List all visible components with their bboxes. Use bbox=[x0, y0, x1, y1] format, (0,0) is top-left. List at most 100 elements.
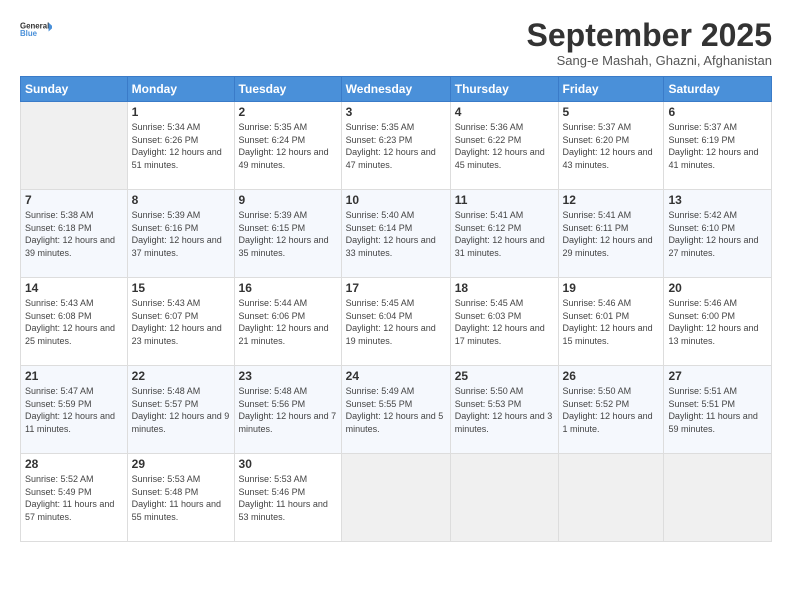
table-cell bbox=[558, 454, 664, 542]
table-cell: 12 Sunrise: 5:41 AMSunset: 6:11 PMDaylig… bbox=[558, 190, 664, 278]
day-info: Sunrise: 5:45 AMSunset: 6:03 PMDaylight:… bbox=[455, 297, 554, 347]
day-info: Sunrise: 5:49 AMSunset: 5:55 PMDaylight:… bbox=[346, 385, 446, 435]
calendar-week-1: 1 Sunrise: 5:34 AMSunset: 6:26 PMDayligh… bbox=[21, 102, 772, 190]
table-cell: 24 Sunrise: 5:49 AMSunset: 5:55 PMDaylig… bbox=[341, 366, 450, 454]
table-cell: 23 Sunrise: 5:48 AMSunset: 5:56 PMDaylig… bbox=[234, 366, 341, 454]
day-number: 14 bbox=[25, 281, 123, 295]
table-cell: 19 Sunrise: 5:46 AMSunset: 6:01 PMDaylig… bbox=[558, 278, 664, 366]
day-info: Sunrise: 5:39 AMSunset: 6:16 PMDaylight:… bbox=[132, 209, 230, 259]
table-cell: 15 Sunrise: 5:43 AMSunset: 6:07 PMDaylig… bbox=[127, 278, 234, 366]
location-subtitle: Sang-e Mashah, Ghazni, Afghanistan bbox=[527, 53, 772, 68]
calendar-week-3: 14 Sunrise: 5:43 AMSunset: 6:08 PMDaylig… bbox=[21, 278, 772, 366]
day-info: Sunrise: 5:43 AMSunset: 6:07 PMDaylight:… bbox=[132, 297, 230, 347]
day-number: 20 bbox=[668, 281, 767, 295]
table-cell: 9 Sunrise: 5:39 AMSunset: 6:15 PMDayligh… bbox=[234, 190, 341, 278]
table-cell: 29 Sunrise: 5:53 AMSunset: 5:48 PMDaylig… bbox=[127, 454, 234, 542]
col-tuesday: Tuesday bbox=[234, 77, 341, 102]
table-cell bbox=[450, 454, 558, 542]
day-number: 30 bbox=[239, 457, 337, 471]
table-cell: 14 Sunrise: 5:43 AMSunset: 6:08 PMDaylig… bbox=[21, 278, 128, 366]
day-number: 25 bbox=[455, 369, 554, 383]
col-sunday: Sunday bbox=[21, 77, 128, 102]
day-info: Sunrise: 5:36 AMSunset: 6:22 PMDaylight:… bbox=[455, 121, 554, 171]
title-area: September 2025 Sang-e Mashah, Ghazni, Af… bbox=[527, 18, 772, 68]
day-number: 16 bbox=[239, 281, 337, 295]
day-info: Sunrise: 5:38 AMSunset: 6:18 PMDaylight:… bbox=[25, 209, 123, 259]
day-number: 17 bbox=[346, 281, 446, 295]
day-number: 8 bbox=[132, 193, 230, 207]
table-cell: 8 Sunrise: 5:39 AMSunset: 6:16 PMDayligh… bbox=[127, 190, 234, 278]
table-cell: 2 Sunrise: 5:35 AMSunset: 6:24 PMDayligh… bbox=[234, 102, 341, 190]
day-number: 10 bbox=[346, 193, 446, 207]
table-cell: 4 Sunrise: 5:36 AMSunset: 6:22 PMDayligh… bbox=[450, 102, 558, 190]
table-cell: 26 Sunrise: 5:50 AMSunset: 5:52 PMDaylig… bbox=[558, 366, 664, 454]
table-cell: 28 Sunrise: 5:52 AMSunset: 5:49 PMDaylig… bbox=[21, 454, 128, 542]
calendar-week-5: 28 Sunrise: 5:52 AMSunset: 5:49 PMDaylig… bbox=[21, 454, 772, 542]
day-number: 5 bbox=[563, 105, 660, 119]
col-monday: Monday bbox=[127, 77, 234, 102]
day-info: Sunrise: 5:34 AMSunset: 6:26 PMDaylight:… bbox=[132, 121, 230, 171]
day-info: Sunrise: 5:52 AMSunset: 5:49 PMDaylight:… bbox=[25, 473, 123, 523]
logo-svg: General Blue bbox=[20, 18, 52, 42]
day-info: Sunrise: 5:41 AMSunset: 6:12 PMDaylight:… bbox=[455, 209, 554, 259]
day-info: Sunrise: 5:51 AMSunset: 5:51 PMDaylight:… bbox=[668, 385, 767, 435]
calendar-header-row: Sunday Monday Tuesday Wednesday Thursday… bbox=[21, 77, 772, 102]
day-info: Sunrise: 5:48 AMSunset: 5:57 PMDaylight:… bbox=[132, 385, 230, 435]
day-info: Sunrise: 5:45 AMSunset: 6:04 PMDaylight:… bbox=[346, 297, 446, 347]
day-number: 22 bbox=[132, 369, 230, 383]
day-number: 1 bbox=[132, 105, 230, 119]
day-number: 29 bbox=[132, 457, 230, 471]
day-number: 6 bbox=[668, 105, 767, 119]
day-number: 21 bbox=[25, 369, 123, 383]
day-info: Sunrise: 5:46 AMSunset: 6:00 PMDaylight:… bbox=[668, 297, 767, 347]
table-cell: 30 Sunrise: 5:53 AMSunset: 5:46 PMDaylig… bbox=[234, 454, 341, 542]
day-number: 15 bbox=[132, 281, 230, 295]
day-info: Sunrise: 5:37 AMSunset: 6:19 PMDaylight:… bbox=[668, 121, 767, 171]
day-number: 7 bbox=[25, 193, 123, 207]
col-thursday: Thursday bbox=[450, 77, 558, 102]
table-cell: 18 Sunrise: 5:45 AMSunset: 6:03 PMDaylig… bbox=[450, 278, 558, 366]
day-info: Sunrise: 5:46 AMSunset: 6:01 PMDaylight:… bbox=[563, 297, 660, 347]
table-cell: 22 Sunrise: 5:48 AMSunset: 5:57 PMDaylig… bbox=[127, 366, 234, 454]
logo: General Blue bbox=[20, 18, 52, 42]
day-info: Sunrise: 5:41 AMSunset: 6:11 PMDaylight:… bbox=[563, 209, 660, 259]
day-number: 18 bbox=[455, 281, 554, 295]
header-area: General Blue September 2025 Sang-e Masha… bbox=[20, 18, 772, 68]
calendar-table: Sunday Monday Tuesday Wednesday Thursday… bbox=[20, 76, 772, 542]
day-info: Sunrise: 5:40 AMSunset: 6:14 PMDaylight:… bbox=[346, 209, 446, 259]
table-cell: 6 Sunrise: 5:37 AMSunset: 6:19 PMDayligh… bbox=[664, 102, 772, 190]
day-number: 11 bbox=[455, 193, 554, 207]
table-cell: 20 Sunrise: 5:46 AMSunset: 6:00 PMDaylig… bbox=[664, 278, 772, 366]
table-cell bbox=[664, 454, 772, 542]
day-info: Sunrise: 5:47 AMSunset: 5:59 PMDaylight:… bbox=[25, 385, 123, 435]
col-friday: Friday bbox=[558, 77, 664, 102]
day-info: Sunrise: 5:43 AMSunset: 6:08 PMDaylight:… bbox=[25, 297, 123, 347]
table-cell: 11 Sunrise: 5:41 AMSunset: 6:12 PMDaylig… bbox=[450, 190, 558, 278]
day-info: Sunrise: 5:50 AMSunset: 5:53 PMDaylight:… bbox=[455, 385, 554, 435]
day-number: 26 bbox=[563, 369, 660, 383]
day-info: Sunrise: 5:42 AMSunset: 6:10 PMDaylight:… bbox=[668, 209, 767, 259]
table-cell: 1 Sunrise: 5:34 AMSunset: 6:26 PMDayligh… bbox=[127, 102, 234, 190]
day-info: Sunrise: 5:53 AMSunset: 5:48 PMDaylight:… bbox=[132, 473, 230, 523]
table-cell: 10 Sunrise: 5:40 AMSunset: 6:14 PMDaylig… bbox=[341, 190, 450, 278]
day-info: Sunrise: 5:48 AMSunset: 5:56 PMDaylight:… bbox=[239, 385, 337, 435]
day-info: Sunrise: 5:44 AMSunset: 6:06 PMDaylight:… bbox=[239, 297, 337, 347]
day-info: Sunrise: 5:35 AMSunset: 6:23 PMDaylight:… bbox=[346, 121, 446, 171]
svg-text:Blue: Blue bbox=[20, 29, 38, 38]
day-info: Sunrise: 5:53 AMSunset: 5:46 PMDaylight:… bbox=[239, 473, 337, 523]
day-number: 27 bbox=[668, 369, 767, 383]
table-cell: 16 Sunrise: 5:44 AMSunset: 6:06 PMDaylig… bbox=[234, 278, 341, 366]
table-cell: 3 Sunrise: 5:35 AMSunset: 6:23 PMDayligh… bbox=[341, 102, 450, 190]
calendar-week-2: 7 Sunrise: 5:38 AMSunset: 6:18 PMDayligh… bbox=[21, 190, 772, 278]
day-number: 23 bbox=[239, 369, 337, 383]
col-wednesday: Wednesday bbox=[341, 77, 450, 102]
day-info: Sunrise: 5:39 AMSunset: 6:15 PMDaylight:… bbox=[239, 209, 337, 259]
table-cell: 25 Sunrise: 5:50 AMSunset: 5:53 PMDaylig… bbox=[450, 366, 558, 454]
day-number: 4 bbox=[455, 105, 554, 119]
calendar-page: General Blue September 2025 Sang-e Masha… bbox=[0, 0, 792, 612]
day-number: 9 bbox=[239, 193, 337, 207]
day-info: Sunrise: 5:50 AMSunset: 5:52 PMDaylight:… bbox=[563, 385, 660, 435]
day-number: 24 bbox=[346, 369, 446, 383]
day-number: 13 bbox=[668, 193, 767, 207]
table-cell: 27 Sunrise: 5:51 AMSunset: 5:51 PMDaylig… bbox=[664, 366, 772, 454]
